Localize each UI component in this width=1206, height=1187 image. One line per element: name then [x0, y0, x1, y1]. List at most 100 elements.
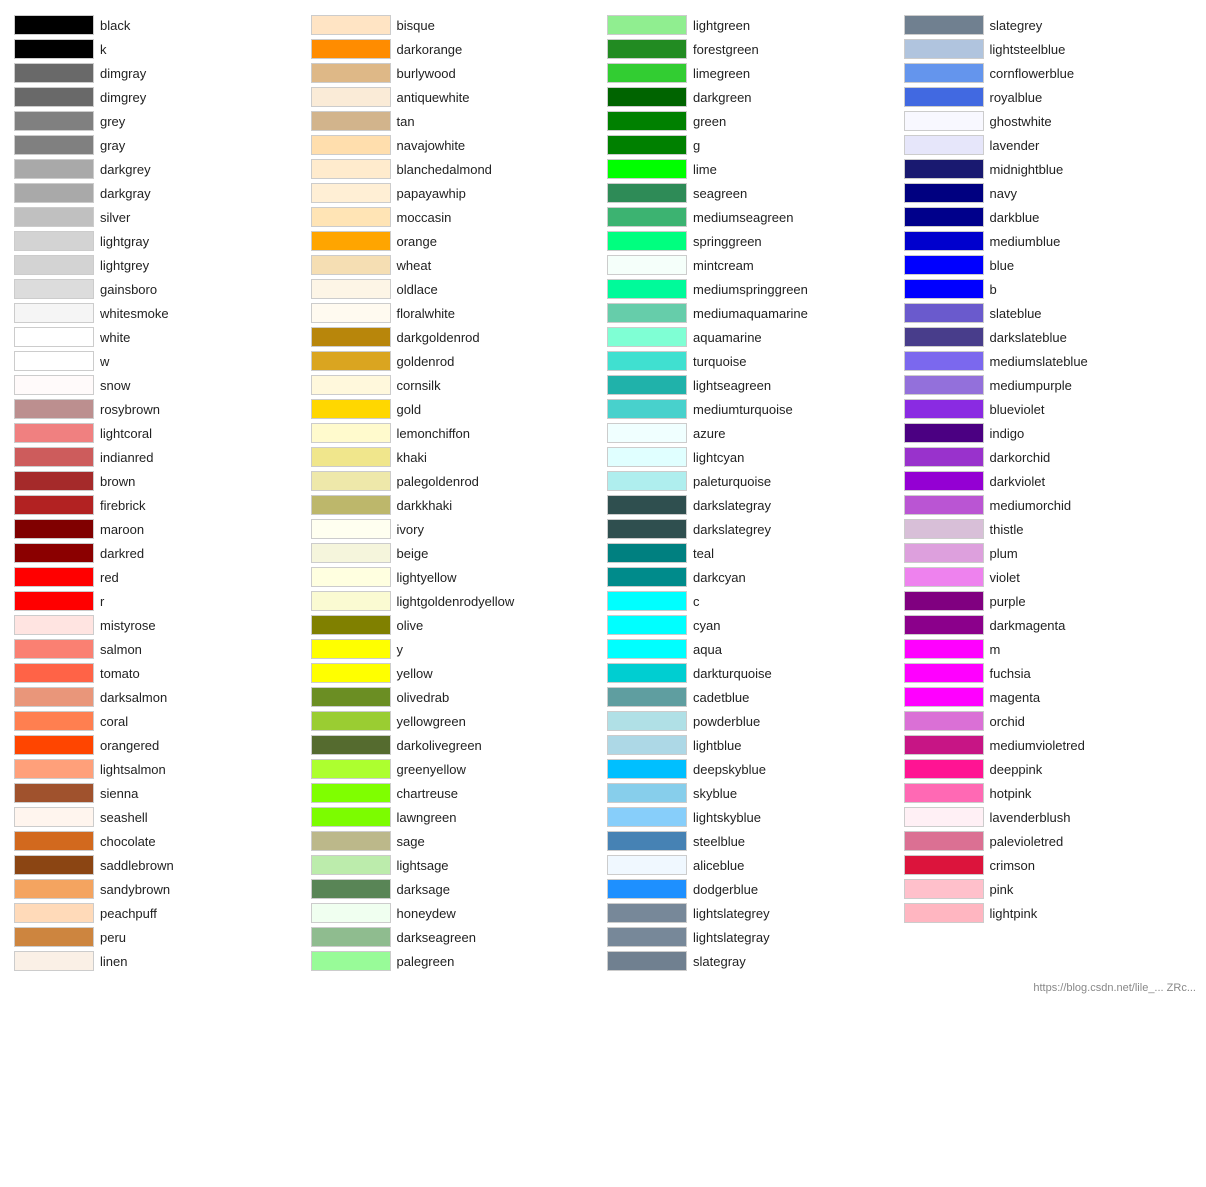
color-swatch — [607, 399, 687, 419]
color-name: darkturquoise — [693, 666, 772, 681]
color-name: hotpink — [990, 786, 1032, 801]
color-name: palegreen — [397, 954, 455, 969]
color-swatch — [14, 183, 94, 203]
color-swatch — [607, 855, 687, 875]
color-name: lavenderblush — [990, 810, 1071, 825]
color-swatch — [14, 711, 94, 731]
color-name: darkorchid — [990, 450, 1051, 465]
color-item: gainsboro — [14, 278, 303, 300]
color-swatch — [904, 255, 984, 275]
color-swatch — [311, 951, 391, 971]
color-item: rosybrown — [14, 398, 303, 420]
color-swatch — [311, 567, 391, 587]
color-item: pink — [904, 878, 1193, 900]
color-swatch — [904, 39, 984, 59]
color-swatch — [904, 543, 984, 563]
color-item: sienna — [14, 782, 303, 804]
footer-text: https://blog.csdn.net/lile_... ZRc... — [10, 982, 1196, 994]
color-item: olive — [311, 614, 600, 636]
color-item: slategrey — [904, 14, 1193, 36]
color-swatch — [14, 519, 94, 539]
color-name: olivedrab — [397, 690, 450, 705]
color-item: paleturquoise — [607, 470, 896, 492]
color-swatch — [311, 543, 391, 563]
color-swatch — [904, 183, 984, 203]
color-swatch — [311, 735, 391, 755]
color-swatch — [311, 279, 391, 299]
color-swatch — [14, 327, 94, 347]
color-item: cornsilk — [311, 374, 600, 396]
color-item: gold — [311, 398, 600, 420]
color-item: linen — [14, 950, 303, 972]
color-swatch — [14, 855, 94, 875]
color-swatch — [904, 639, 984, 659]
color-swatch — [607, 927, 687, 947]
color-name: yellow — [397, 666, 433, 681]
color-swatch — [607, 327, 687, 347]
color-swatch — [904, 351, 984, 371]
color-grid: blackkdimgraydimgreygreygraydarkgreydark… — [10, 10, 1196, 976]
color-name: honeydew — [397, 906, 456, 921]
color-name: lightseagreen — [693, 378, 771, 393]
color-name: mistyrose — [100, 618, 156, 633]
color-item: lavender — [904, 134, 1193, 156]
color-swatch — [904, 495, 984, 515]
color-swatch — [607, 159, 687, 179]
color-name: dodgerblue — [693, 882, 758, 897]
color-swatch — [607, 567, 687, 587]
color-name: darksalmon — [100, 690, 167, 705]
color-item: darksalmon — [14, 686, 303, 708]
color-name: navy — [990, 186, 1017, 201]
color-name: darkseagreen — [397, 930, 477, 945]
color-name: gray — [100, 138, 125, 153]
color-name: violet — [990, 570, 1020, 585]
color-name: forestgreen — [693, 42, 759, 57]
color-item: darkmagenta — [904, 614, 1193, 636]
color-name: darkgray — [100, 186, 151, 201]
color-swatch — [904, 447, 984, 467]
color-item: white — [14, 326, 303, 348]
color-swatch — [14, 447, 94, 467]
color-swatch — [904, 879, 984, 899]
color-item: cornflowerblue — [904, 62, 1193, 84]
color-name: sage — [397, 834, 425, 849]
color-name: darkkhaki — [397, 498, 453, 513]
color-swatch — [311, 855, 391, 875]
color-column-3: slategreylightsteelbluecornflowerblueroy… — [900, 10, 1197, 976]
color-name: chocolate — [100, 834, 156, 849]
color-name: deeppink — [990, 762, 1043, 777]
color-name: slategray — [693, 954, 746, 969]
color-name: goldenrod — [397, 354, 455, 369]
color-name: darkgrey — [100, 162, 151, 177]
color-name: orange — [397, 234, 437, 249]
color-swatch — [607, 591, 687, 611]
color-swatch — [14, 615, 94, 635]
color-swatch — [311, 903, 391, 923]
color-swatch — [904, 759, 984, 779]
color-item: black — [14, 14, 303, 36]
color-swatch — [904, 831, 984, 851]
color-swatch — [14, 663, 94, 683]
color-item: bisque — [311, 14, 600, 36]
color-item: dodgerblue — [607, 878, 896, 900]
color-name: lightcoral — [100, 426, 152, 441]
color-name: tomato — [100, 666, 140, 681]
color-name: lightyellow — [397, 570, 457, 585]
color-item: darkkhaki — [311, 494, 600, 516]
color-item: tan — [311, 110, 600, 132]
color-name: cornflowerblue — [990, 66, 1075, 81]
color-swatch — [14, 87, 94, 107]
color-name: coral — [100, 714, 128, 729]
color-item: sandybrown — [14, 878, 303, 900]
color-name: orchid — [990, 714, 1025, 729]
color-swatch — [14, 231, 94, 251]
color-item: springgreen — [607, 230, 896, 252]
color-item: moccasin — [311, 206, 600, 228]
color-name: teal — [693, 546, 714, 561]
color-swatch — [311, 447, 391, 467]
color-item: peru — [14, 926, 303, 948]
color-item: thistle — [904, 518, 1193, 540]
color-name: aquamarine — [693, 330, 762, 345]
color-column-0: blackkdimgraydimgreygreygraydarkgreydark… — [10, 10, 307, 976]
color-name: lightslategray — [693, 930, 770, 945]
